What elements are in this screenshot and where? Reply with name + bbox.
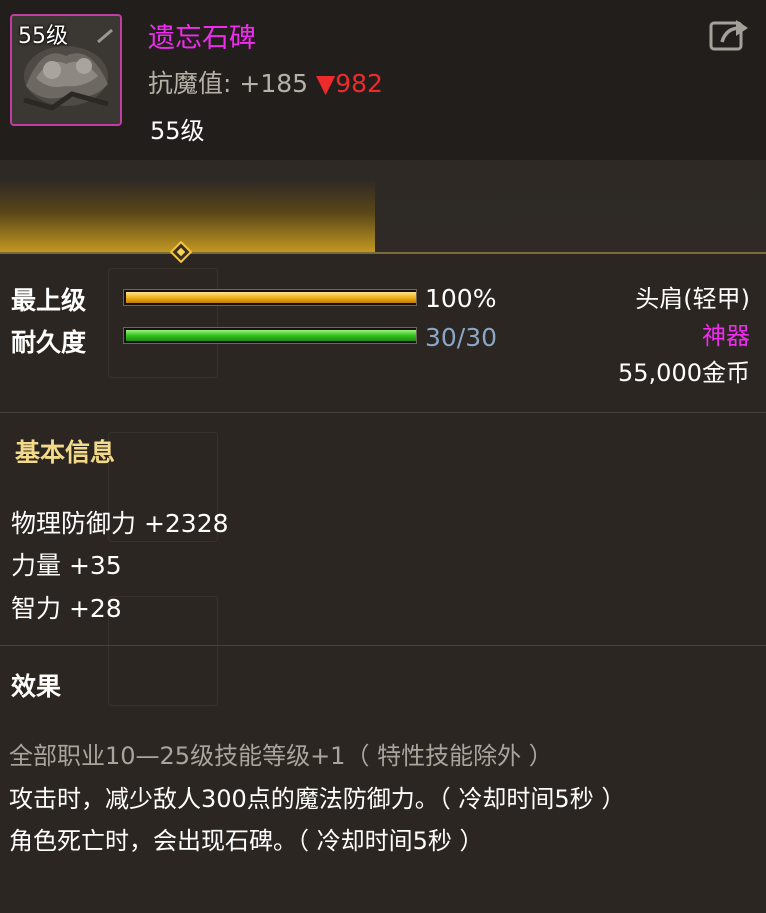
divider	[0, 412, 766, 413]
magic-resist-value: +185	[239, 69, 309, 98]
effects-title: 效果	[11, 672, 62, 701]
effect-line: 角色死亡时，会出现石碑。（ 冷却时间5秒 ）	[9, 827, 484, 855]
magic-resist-change: ▼982	[316, 69, 383, 98]
attribute-line: 力量 +35	[11, 551, 122, 580]
effect-line: 全部职业10—25级技能等级+1（ 特性技能除外 ）	[9, 742, 553, 770]
attribute-line: 智力 +28	[11, 594, 122, 623]
upgrade-level-label: 最上级	[11, 286, 87, 315]
ghost-item-frame-3	[108, 596, 218, 706]
upgrade-progress-track	[0, 252, 766, 254]
durability-value: 30/30	[425, 323, 498, 352]
magic-resist-line: 抗魔值: +185 ▼982	[148, 64, 383, 100]
share-icon[interactable]	[708, 16, 752, 54]
equipment-slot: 头肩(轻甲)	[635, 285, 750, 313]
divider	[0, 645, 766, 646]
sell-price: 55,000金币	[618, 359, 750, 387]
item-icon-frame[interactable]: 55级	[10, 14, 122, 126]
durability-bar-fill	[126, 330, 416, 341]
item-name: 遗忘石碑	[148, 23, 256, 54]
basic-info-title: 基本信息	[15, 438, 116, 467]
upgrade-level-bar	[123, 289, 417, 306]
upgrade-level-percent: 100%	[425, 284, 497, 313]
upgrade-level-bar-fill	[126, 292, 416, 303]
diamond-marker-icon	[170, 241, 192, 263]
ghost-item-frame-1	[108, 268, 218, 378]
item-level-badge: 55级	[18, 24, 68, 49]
durability-bar	[123, 327, 417, 344]
magic-resist-label: 抗魔值:	[148, 69, 232, 98]
attribute-line: 物理防御力 +2328	[11, 509, 229, 538]
item-level-text: 55级	[150, 117, 205, 145]
durability-label: 耐久度	[11, 328, 87, 357]
rarity-label: 神器	[702, 322, 750, 350]
effect-line: 攻击时，减少敌人300点的魔法防御力。（ 冷却时间5秒 ）	[9, 785, 626, 813]
